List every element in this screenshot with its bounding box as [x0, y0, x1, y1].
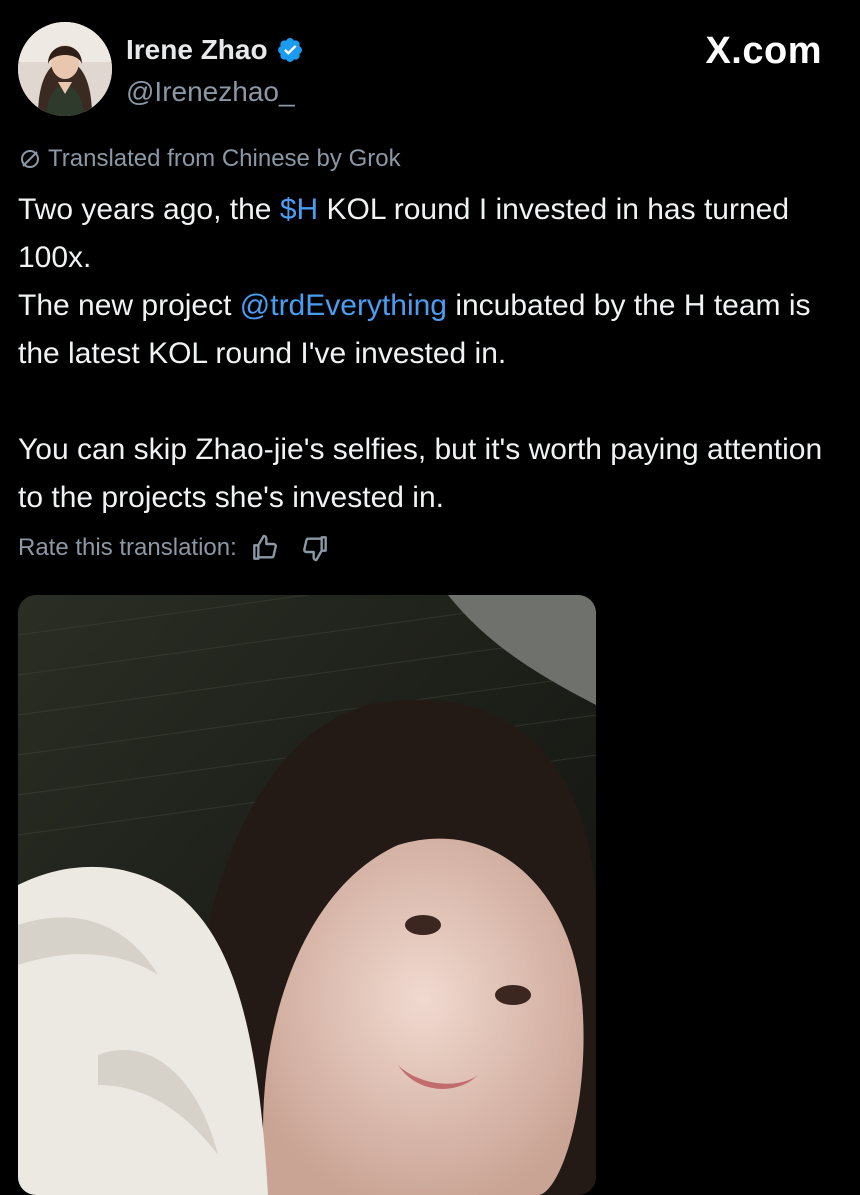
tweet-text-segment: The new project: [18, 289, 240, 322]
author-handle[interactable]: @Irenezhao_: [126, 76, 295, 108]
tweet-text-segment: Two years ago, the: [18, 193, 280, 226]
tweet-body: Two years ago, the $H KOL round I invest…: [18, 186, 838, 522]
rate-translation-label: Rate this translation:: [18, 534, 237, 561]
translation-notice-text: Translated from Chinese by Grok: [48, 145, 401, 172]
tweet-line-2: The new project @trdEverything incubated…: [18, 282, 838, 378]
brand-watermark: X.com: [705, 30, 822, 72]
mention-link[interactable]: @trdEverything: [240, 289, 447, 322]
tweet-photo[interactable]: [18, 595, 596, 1195]
tweet-header: Irene Zhao @Irenezhao_ X.com: [0, 0, 860, 130]
thumbs-up-icon[interactable]: [249, 532, 281, 564]
tweet-paragraph-2: You can skip Zhao-jie's selfies, but it'…: [18, 433, 823, 514]
avatar[interactable]: [18, 22, 112, 116]
rate-translation: Rate this translation:: [18, 532, 331, 564]
verified-badge-icon: [277, 38, 302, 62]
author-display-name[interactable]: Irene Zhao: [126, 34, 268, 66]
thumbs-down-icon[interactable]: [299, 532, 331, 564]
translation-notice: Translated from Chinese by Grok: [18, 145, 401, 173]
tweet-line-1: Two years ago, the $H KOL round I invest…: [18, 186, 838, 282]
avatar-image: [18, 22, 112, 116]
cashtag-link[interactable]: $H: [280, 193, 318, 226]
selfie-photo: [18, 595, 596, 1195]
no-entry-icon: [21, 150, 39, 168]
author-name-row[interactable]: Irene Zhao: [126, 34, 304, 66]
